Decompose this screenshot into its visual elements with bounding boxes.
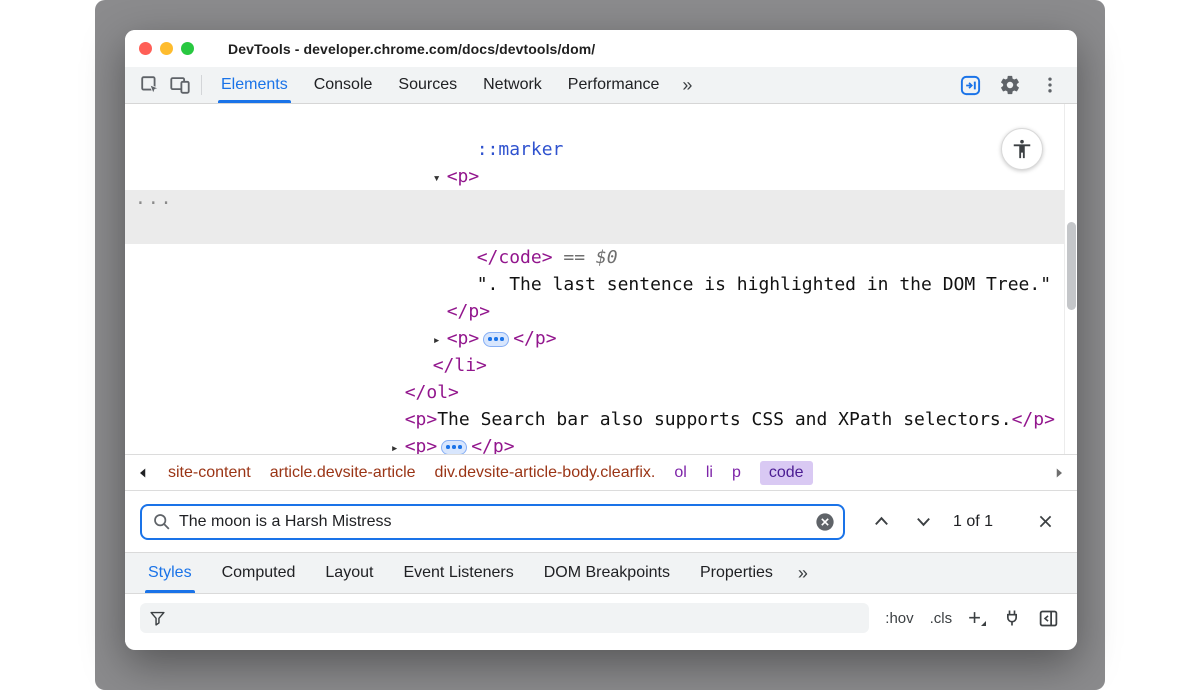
- element-classes-button[interactable]: .cls: [930, 610, 953, 627]
- tab-sources[interactable]: Sources: [385, 67, 470, 103]
- overflow-dots-icon[interactable]: ···: [135, 190, 174, 217]
- breadcrumb-item-selected[interactable]: code: [760, 461, 813, 485]
- clear-search-icon[interactable]: [815, 512, 835, 532]
- breadcrumb-scroll-left-icon[interactable]: [137, 467, 149, 479]
- breadcrumb-item[interactable]: p: [732, 464, 741, 482]
- dom-search-input[interactable]: [179, 513, 807, 531]
- settings-gear-icon[interactable]: [995, 70, 1025, 100]
- more-sidebar-tabs-icon[interactable]: »: [788, 553, 818, 593]
- search-bar: 1 of 1: [125, 490, 1077, 552]
- window-title: DevTools - developer.chrome.com/docs/dev…: [228, 41, 595, 57]
- breadcrumb: site-content article.devsite-article div…: [125, 454, 1077, 490]
- dom-tree-panel: ::marker ▾<p> "Type " ···<code translate…: [125, 104, 1077, 454]
- minimize-window-button[interactable]: [160, 42, 173, 55]
- sidebar-toggle-icon[interactable]: [1038, 608, 1059, 629]
- toolbar-right-actions: [955, 70, 1077, 100]
- dom-row-code-close[interactable]: </code> == $0: [125, 217, 1077, 244]
- dom-row-p-search[interactable]: <p>The Search bar also supports CSS and …: [125, 379, 1077, 406]
- close-window-button[interactable]: [139, 42, 152, 55]
- tab-styles[interactable]: Styles: [133, 553, 207, 593]
- more-tabs-icon[interactable]: »: [672, 67, 702, 103]
- dock-side-icon[interactable]: [955, 70, 985, 100]
- tab-event-listeners[interactable]: Event Listeners: [388, 553, 528, 593]
- dom-scrollbar-track[interactable]: [1064, 104, 1077, 454]
- breadcrumb-item[interactable]: div.devsite-article-body.clearfix.: [435, 464, 656, 482]
- dom-row-marker[interactable]: ::marker: [125, 109, 1077, 136]
- breadcrumb-item[interactable]: article.devsite-article: [270, 464, 416, 482]
- dom-row-text-sentence[interactable]: ". The last sentence is highlighted in t…: [125, 244, 1077, 271]
- next-result-icon[interactable]: [909, 508, 937, 536]
- tab-elements[interactable]: Elements: [208, 67, 301, 103]
- tab-computed[interactable]: Computed: [207, 553, 311, 593]
- breadcrumb-item[interactable]: li: [706, 464, 713, 482]
- search-icon: [152, 512, 171, 531]
- inspect-element-icon[interactable]: [135, 70, 165, 100]
- main-toolbar: Elements Console Sources Network Perform…: [125, 67, 1077, 104]
- styles-filter-field[interactable]: [140, 603, 869, 633]
- toolbar-divider: [201, 75, 202, 95]
- dom-row-p-close[interactable]: </p>: [125, 271, 1077, 298]
- sidebar-tabs: Styles Computed Layout Event Listeners D…: [125, 552, 1077, 594]
- breadcrumb-item[interactable]: site-content: [168, 464, 251, 482]
- dom-row-li-close[interactable]: </li>: [125, 325, 1077, 352]
- tab-layout[interactable]: Layout: [310, 553, 388, 593]
- dom-row-ol-close[interactable]: </ol>: [125, 352, 1077, 379]
- new-style-rule-button[interactable]: +: [968, 608, 986, 628]
- search-result-count: 1 of 1: [953, 513, 993, 531]
- close-search-icon[interactable]: [1031, 508, 1059, 536]
- titlebar: DevTools - developer.chrome.com/docs/dev…: [125, 30, 1077, 67]
- breadcrumb-item[interactable]: ol: [674, 464, 686, 482]
- dom-row-code-selected[interactable]: ···<code translate="no" dir="ltr">The Mo…: [125, 190, 1077, 217]
- tab-dom-breakpoints[interactable]: DOM Breakpoints: [529, 553, 685, 593]
- breadcrumb-scroll-right-icon[interactable]: [1053, 467, 1065, 479]
- zoom-window-button[interactable]: [181, 42, 194, 55]
- panel-tabs: Elements Console Sources Network Perform…: [208, 67, 702, 103]
- tab-console[interactable]: Console: [301, 67, 386, 103]
- previous-result-icon[interactable]: [867, 508, 895, 536]
- gray-backdrop: DevTools - developer.chrome.com/docs/dev…: [95, 0, 1105, 690]
- plug-icon[interactable]: [1002, 608, 1022, 628]
- tab-performance[interactable]: Performance: [555, 67, 673, 103]
- dom-scrollbar-thumb[interactable]: [1067, 222, 1076, 310]
- dom-row-p-collapsed-1[interactable]: ▸<p></p>: [125, 298, 1077, 325]
- toggle-element-state-button[interactable]: :hov: [885, 610, 913, 627]
- filter-funnel-icon: [149, 610, 166, 627]
- styles-filter-bar: :hov .cls +: [125, 594, 1077, 642]
- tab-network[interactable]: Network: [470, 67, 555, 103]
- search-box[interactable]: [140, 504, 845, 540]
- more-options-kebab-icon[interactable]: [1035, 70, 1065, 100]
- tab-properties[interactable]: Properties: [685, 553, 788, 593]
- dom-row-text-type[interactable]: "Type ": [125, 163, 1077, 190]
- devtools-window: DevTools - developer.chrome.com/docs/dev…: [125, 30, 1077, 650]
- window-controls: [125, 42, 194, 55]
- styles-filter-input[interactable]: [174, 610, 860, 627]
- accessibility-icon[interactable]: [1001, 128, 1043, 170]
- dom-row-p-collapsed-3[interactable]: ▸<p></p>: [125, 433, 1077, 454]
- dom-row-p-open[interactable]: ▾<p>: [125, 136, 1077, 163]
- device-toolbar-icon[interactable]: [165, 70, 195, 100]
- dom-row-p-collapsed-2[interactable]: ▸<p></p>: [125, 406, 1077, 433]
